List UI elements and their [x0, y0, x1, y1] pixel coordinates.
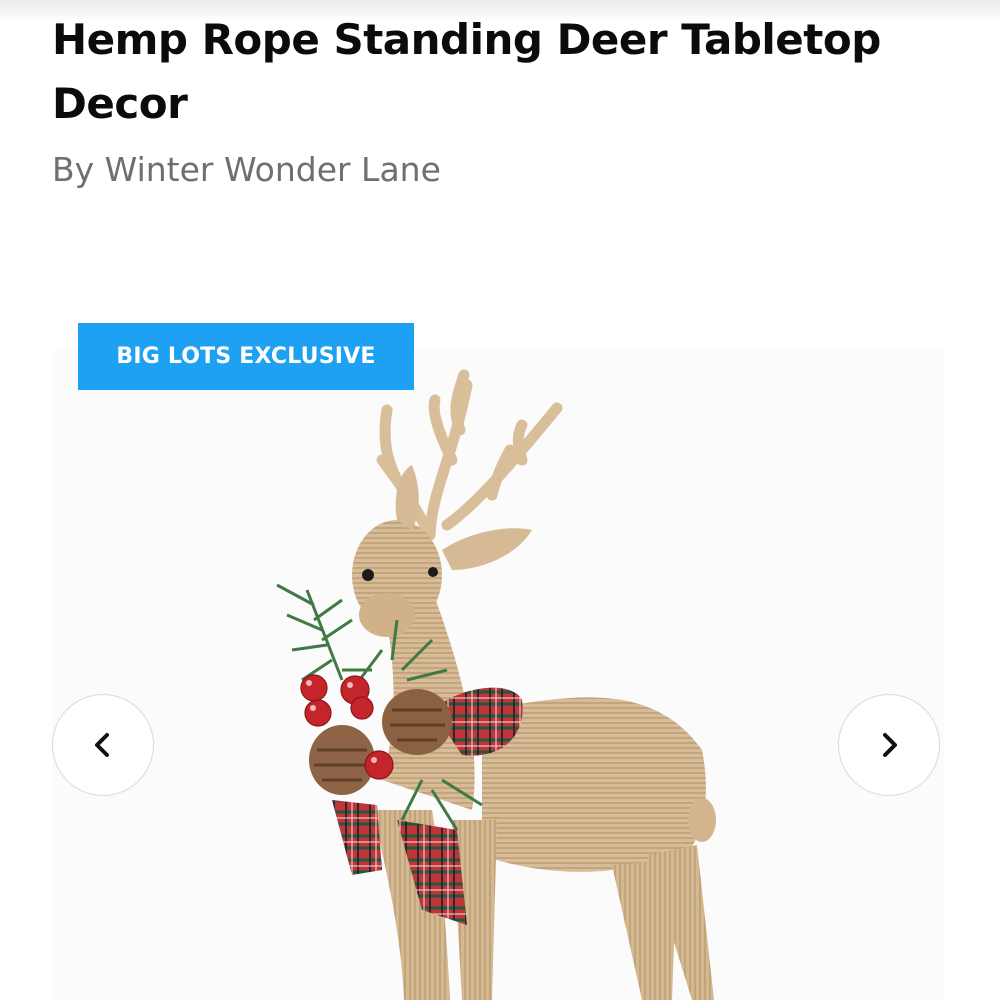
chevron-right-icon	[883, 733, 897, 757]
exclusive-badge: BIG LOTS EXCLUSIVE	[78, 323, 414, 390]
product-page: Hemp Rope Standing Deer Tabletop Decor B…	[0, 0, 1000, 1000]
chevron-left-icon	[95, 733, 109, 757]
carousel-prev-button[interactable]	[52, 694, 154, 796]
product-image[interactable]	[52, 350, 945, 1000]
product-title: Hemp Rope Standing Deer Tabletop Decor	[52, 15, 881, 128]
product-brand[interactable]: By Winter Wonder Lane	[52, 148, 441, 192]
carousel-next-button[interactable]	[838, 694, 940, 796]
